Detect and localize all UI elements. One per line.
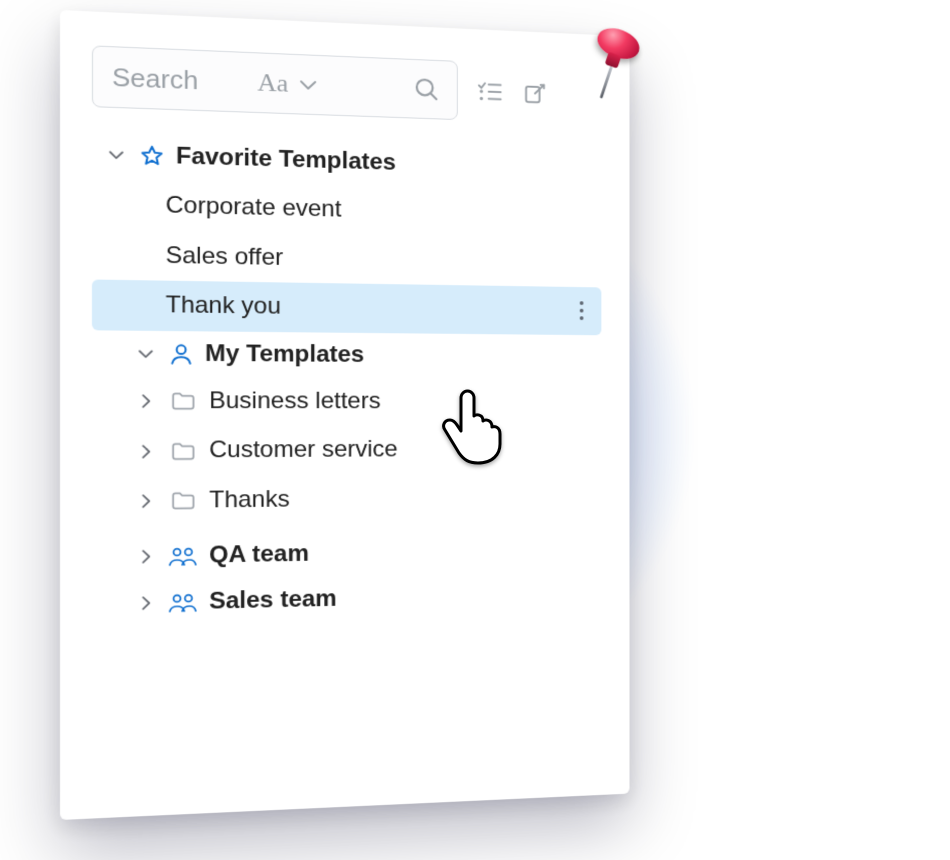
chevron-right-icon — [134, 390, 157, 412]
team-sales-team[interactable]: Sales team — [92, 571, 601, 627]
match-case-toggle[interactable]: Aa — [257, 68, 288, 98]
star-outline-icon — [138, 143, 165, 170]
folder-label: Business letters — [209, 388, 380, 414]
template-item-label: Sales offer — [166, 243, 284, 271]
template-item-sales-offer[interactable]: Sales offer — [92, 229, 601, 287]
chevron-right-icon — [134, 490, 157, 512]
folder-icon — [170, 488, 197, 514]
template-item-thank-you[interactable]: Thank you — [92, 280, 601, 335]
search-input[interactable] — [110, 61, 249, 99]
group-my-templates[interactable]: My Templates — [92, 330, 601, 378]
template-item-label: Thank you — [166, 293, 281, 320]
folder-label: Customer service — [209, 437, 398, 463]
folder-icon — [170, 388, 197, 414]
team-icon — [168, 543, 199, 569]
checklist-icon[interactable] — [475, 77, 504, 107]
team-label: Sales team — [209, 586, 337, 615]
hand-cursor-icon — [436, 388, 508, 466]
template-item-label: Corporate event — [166, 193, 342, 223]
folder-label: Thanks — [209, 487, 290, 514]
open-external-icon[interactable] — [522, 80, 549, 108]
folder-customer-service[interactable]: Customer service — [92, 426, 601, 477]
group-label: Favorite Templates — [176, 144, 396, 176]
chevron-right-icon — [134, 546, 157, 568]
search-box[interactable]: Aa — [92, 45, 458, 120]
chevron-right-icon — [134, 592, 157, 614]
toolbar: Aa — [92, 45, 601, 125]
folder-business-letters[interactable]: Business letters — [92, 376, 601, 426]
templates-panel: Aa — [60, 10, 629, 820]
folder-thanks[interactable]: Thanks — [92, 473, 601, 527]
more-options-icon[interactable] — [579, 300, 585, 323]
folder-icon — [170, 438, 197, 464]
templates-tree: Favorite Templates Corporate event Sales… — [92, 129, 601, 627]
chevron-right-icon — [134, 440, 157, 462]
group-label: My Templates — [205, 341, 364, 368]
search-icon[interactable] — [412, 74, 441, 104]
pushpin-icon — [580, 23, 643, 106]
team-icon — [168, 589, 199, 615]
team-label: QA team — [209, 541, 309, 568]
chevron-down-icon — [105, 144, 128, 167]
chevron-down-icon — [134, 342, 157, 364]
chevron-down-icon[interactable] — [296, 73, 320, 97]
person-icon — [168, 341, 195, 367]
